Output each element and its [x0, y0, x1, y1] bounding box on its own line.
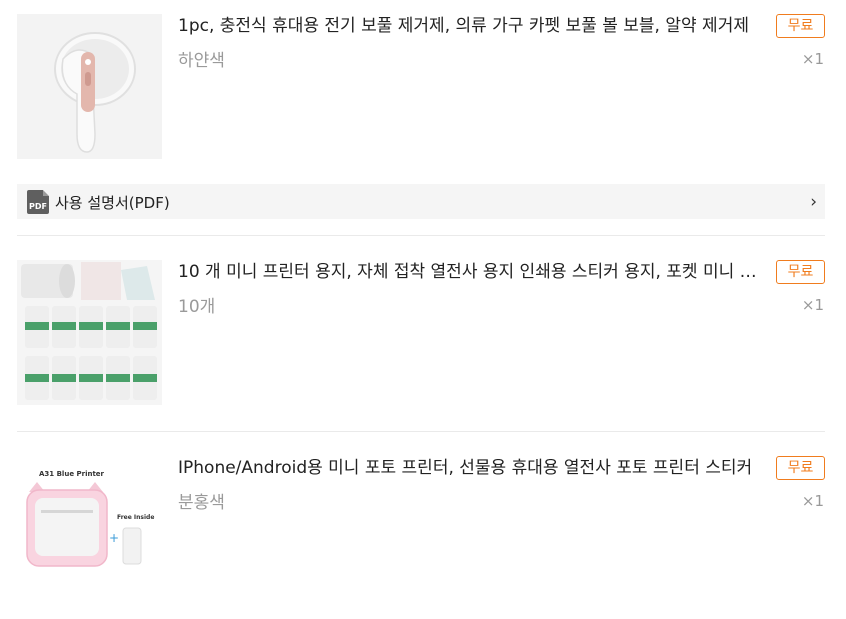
free-badge: 무료	[776, 456, 825, 480]
product-variant: 하얀색	[178, 51, 225, 71]
order-item[interactable]: 10 개 미니 프린터 용지, 자체 접착 열전사 용지 인쇄용 스티커 용지,…	[0, 260, 846, 406]
manual-label: 사용 설명서(PDF)	[55, 194, 170, 212]
manual-pdf-row[interactable]: PDF 사용 설명서(PDF) ›	[17, 184, 825, 219]
order-item[interactable]: 1pc, 충전식 휴대용 전기 보풀 제거제, 의류 가구 카펫 보풀 볼 보블…	[0, 14, 846, 160]
product-image[interactable]	[17, 260, 162, 405]
product-title[interactable]: 1pc, 충전식 휴대용 전기 보풀 제거제, 의류 가구 카펫 보풀 볼 보블…	[178, 14, 770, 38]
quantity: ×1	[801, 50, 824, 68]
product-title[interactable]: IPhone/Android용 미니 포토 프린터, 선물용 휴대용 열전사 포…	[178, 456, 770, 480]
pdf-icon: PDF	[27, 190, 49, 214]
paper-rolls-icon	[17, 260, 162, 405]
product-image[interactable]	[17, 14, 162, 159]
free-badge: 무료	[776, 260, 825, 284]
svg-text:Free Inside: Free Inside	[117, 514, 154, 521]
divider	[17, 235, 825, 236]
svg-text:A31 Blue Printer: A31 Blue Printer	[39, 470, 105, 478]
divider	[17, 431, 825, 432]
product-variant: 분홍색	[178, 493, 225, 513]
pink-printer-icon: A31 Blue Printer Free Inside +	[17, 456, 162, 601]
lint-remover-icon	[17, 14, 162, 159]
free-badge: 무료	[776, 14, 825, 38]
product-image[interactable]: A31 Blue Printer Free Inside +	[17, 456, 162, 601]
product-title[interactable]: 10 개 미니 프린터 용지, 자체 접착 열전사 용지 인쇄용 스티커 용지,…	[178, 260, 770, 284]
svg-text:+: +	[109, 531, 119, 545]
quantity: ×1	[801, 492, 824, 510]
quantity: ×1	[801, 296, 824, 314]
order-item[interactable]: A31 Blue Printer Free Inside + IPhone/An…	[0, 456, 846, 602]
product-variant: 10개	[178, 297, 216, 317]
chevron-right-icon: ›	[810, 192, 817, 212]
